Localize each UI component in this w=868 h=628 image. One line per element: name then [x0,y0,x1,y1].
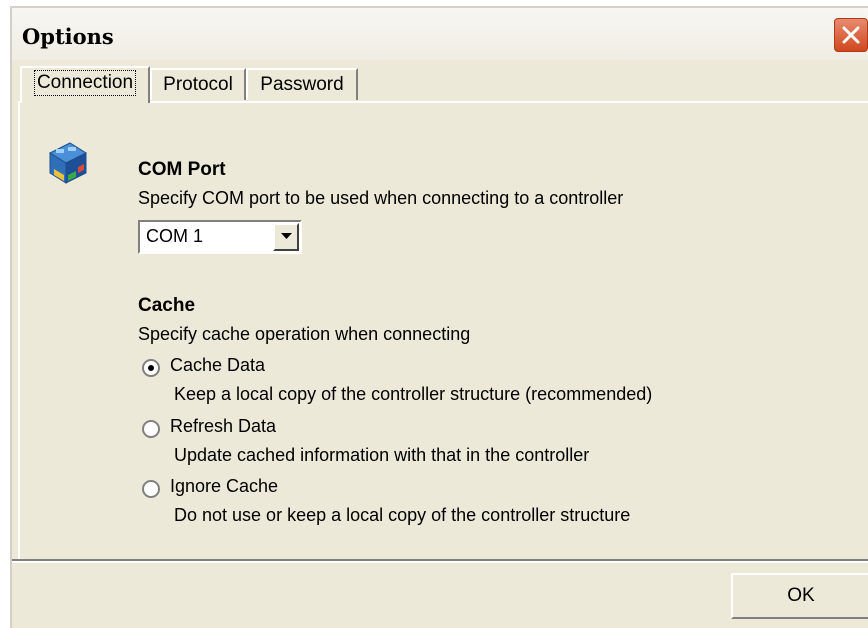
ignore-cache-description: Do not use or keep a local copy of the c… [174,505,631,525]
cache-data-description: Keep a local copy of the controller stru… [174,384,653,404]
com-port-value: COM 1 [146,226,204,246]
com-port-description: Specify COM port to be used when connect… [138,188,624,208]
controller-icon [48,142,88,184]
com-port-heading: COM Port [138,159,226,180]
tab-password-label: Password [260,74,344,95]
tab-connection[interactable]: Connection [20,66,150,103]
cache-description: Specify cache operation when connecting [138,324,471,344]
tab-password[interactable]: Password [246,68,358,100]
ok-button[interactable]: OK [731,573,868,619]
options-dialog: Options Connection Protocol Password COM… [10,6,868,628]
close-button[interactable] [834,18,868,52]
refresh-data-radio[interactable] [142,420,160,438]
ignore-cache-label[interactable]: Ignore Cache [170,476,278,497]
com-port-dropdown-button[interactable] [273,223,299,251]
cache-data-label[interactable]: Cache Data [170,355,265,376]
connection-panel: COM Port Specify COM port to be used whe… [18,101,868,559]
title-bar[interactable]: Options [12,8,868,60]
chevron-down-icon [281,233,292,239]
tab-protocol[interactable]: Protocol [150,68,246,100]
dialog-title: Options [22,24,114,49]
com-port-select[interactable]: COM 1 [138,220,302,254]
ignore-cache-radio[interactable] [142,480,160,498]
refresh-data-label[interactable]: Refresh Data [170,416,276,437]
tab-connection-label: Connection [33,70,137,96]
footer-divider [12,559,868,563]
radio-selected-dot [148,365,154,371]
tab-protocol-label: Protocol [163,74,233,95]
cache-heading: Cache [138,295,196,316]
refresh-data-description: Update cached information with that in t… [174,445,590,465]
close-icon [842,26,860,44]
cache-data-radio[interactable] [142,359,160,377]
